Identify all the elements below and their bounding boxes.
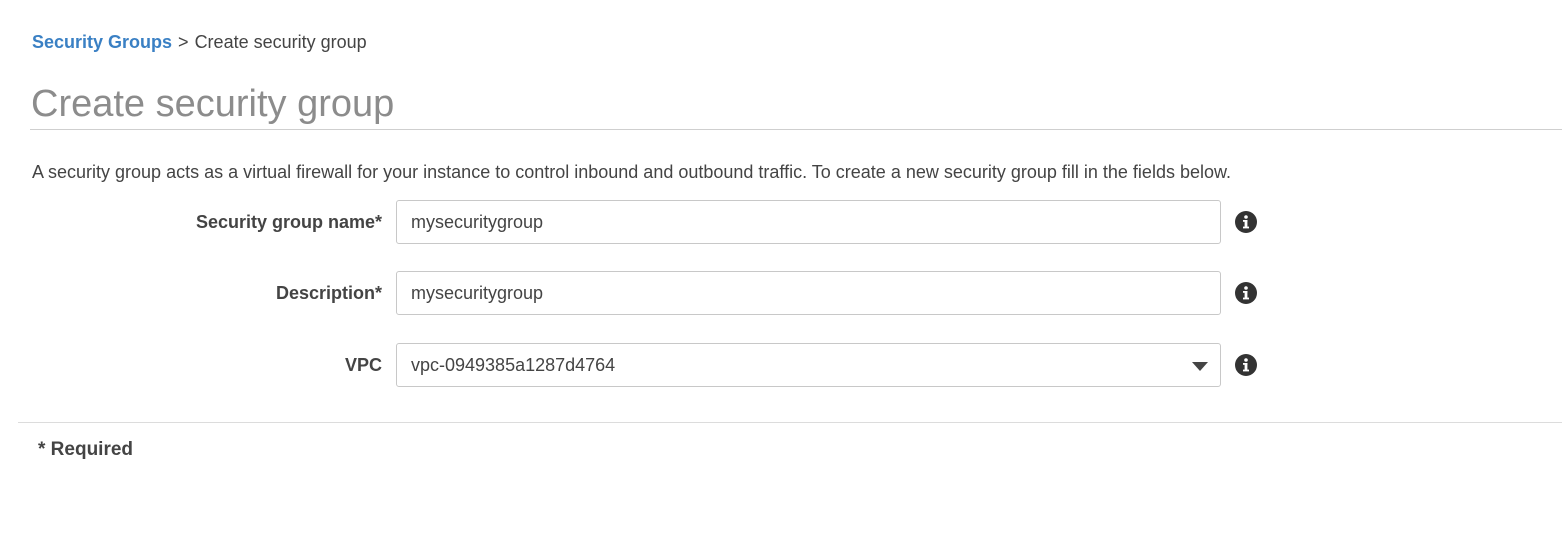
chevron-down-icon: [1192, 362, 1208, 371]
form-row-vpc: VPC vpc-0949385a1287d4764: [0, 343, 1562, 387]
security-group-name-label: Security group name*: [195, 212, 382, 232]
breadcrumb: Security Groups > Create security group: [32, 31, 367, 53]
breadcrumb-link-security-groups[interactable]: Security Groups: [32, 32, 172, 52]
vpc-select[interactable]: vpc-0949385a1287d4764: [396, 343, 1221, 387]
vpc-selected-value: vpc-0949385a1287d4764: [411, 354, 616, 375]
page-title: Create security group: [31, 83, 395, 125]
info-icon[interactable]: [1235, 211, 1257, 233]
info-icon[interactable]: [1235, 282, 1257, 304]
vpc-label: VPC: [344, 355, 382, 375]
form-row-security-group-name: Security group name*: [0, 200, 1562, 244]
form-row-description: Description*: [0, 271, 1562, 315]
required-note: * Required: [38, 439, 134, 460]
description-input[interactable]: [396, 271, 1221, 315]
section-divider: [18, 422, 1562, 423]
title-divider: [30, 129, 1562, 130]
description-label: Description*: [275, 283, 382, 303]
info-icon[interactable]: [1235, 354, 1257, 376]
page-description: A security group acts as a virtual firew…: [32, 162, 1231, 182]
breadcrumb-separator: >: [178, 32, 189, 52]
security-group-name-input[interactable]: [396, 200, 1221, 244]
breadcrumb-current: Create security group: [194, 32, 367, 52]
